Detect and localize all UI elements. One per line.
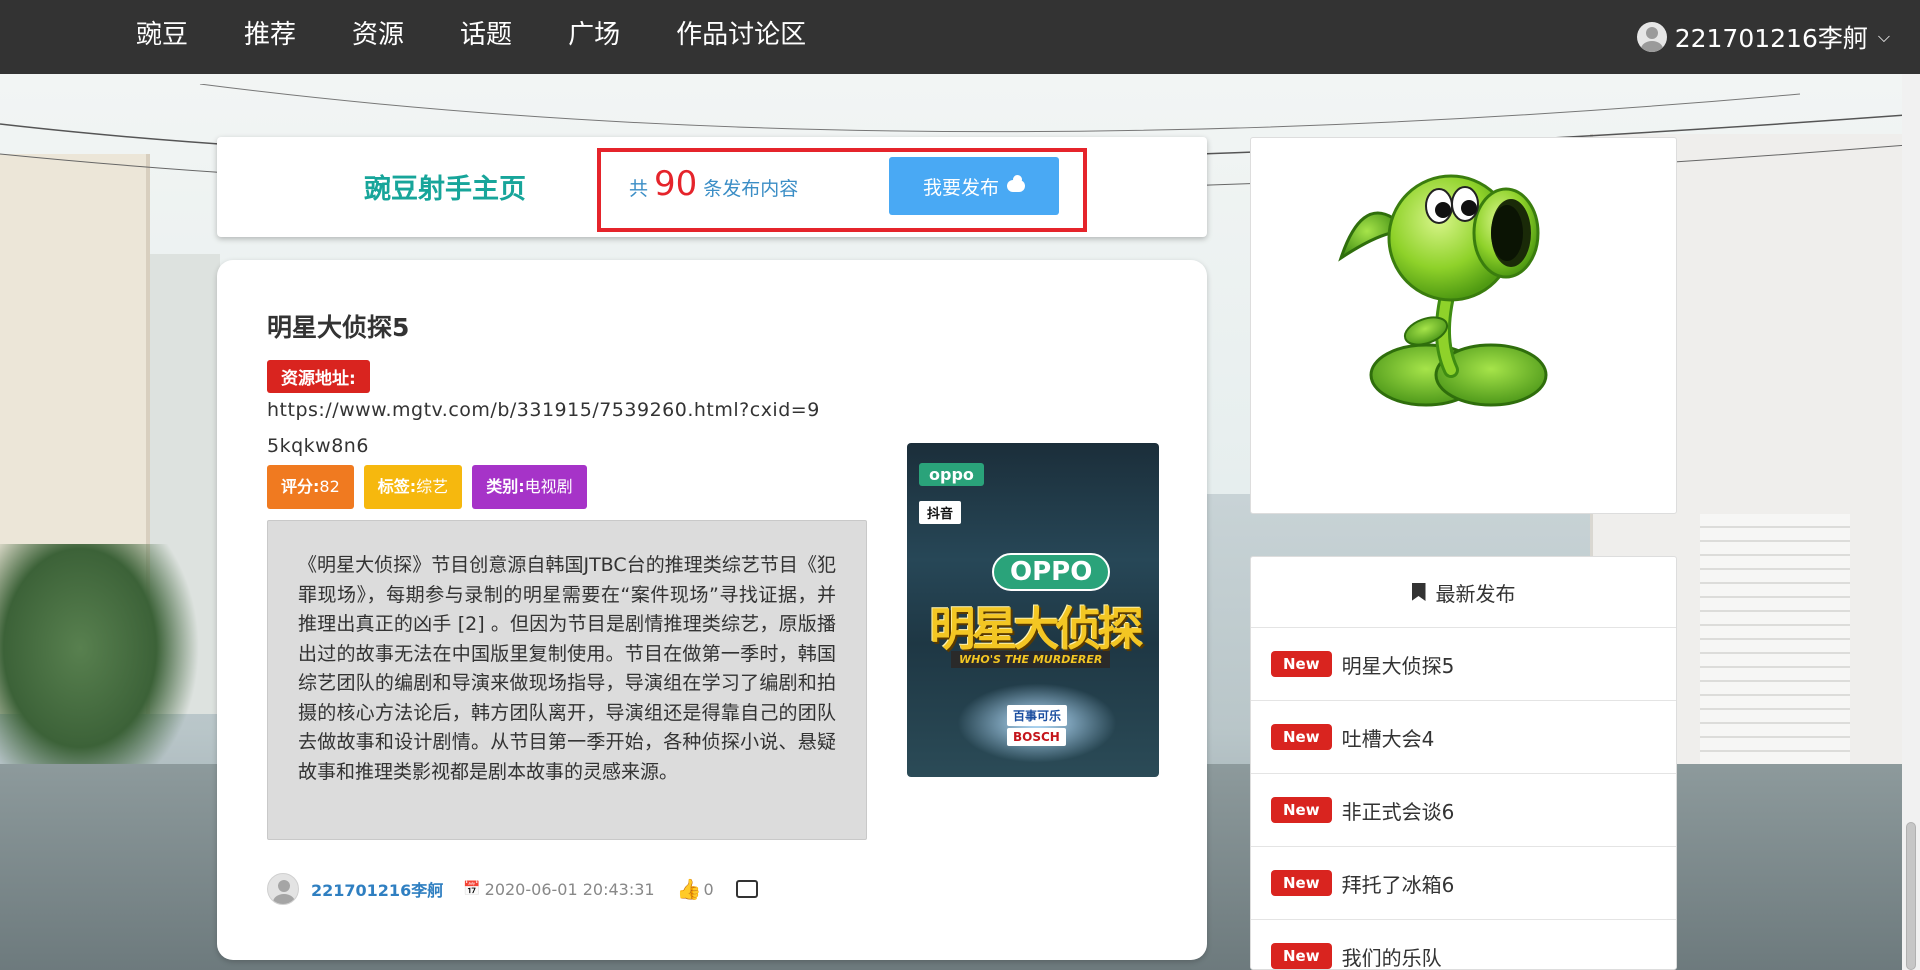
publish-label: 我要发布 bbox=[922, 176, 999, 199]
post-tags: 评分:82 标签:综艺 类别:电视剧 bbox=[267, 465, 587, 509]
latest-item[interactable]: New 吐槽大会4 bbox=[1251, 701, 1676, 774]
post-meta: 221701216李舸 📅 2020-06-01 20:43:31 👍 0 bbox=[267, 873, 758, 905]
poster-oppo-logo: oppo bbox=[919, 463, 984, 486]
post-poster-image[interactable]: oppo 抖音 OPPO 明星大侦探 WHO'S THE MURDERER 百事… bbox=[907, 443, 1159, 777]
top-navbar: 豌豆 推荐 资源 话题 广场 作品讨论区 221701216李舸 ⌵ bbox=[0, 0, 1920, 74]
tag-category[interactable]: 类别:电视剧 bbox=[472, 465, 587, 509]
post-time: 2020-06-01 20:43:31 bbox=[484, 879, 655, 899]
nav-item-topics[interactable]: 话题 bbox=[432, 0, 540, 74]
count-prefix: 共 bbox=[629, 178, 649, 200]
page-title: 豌豆射手主页 bbox=[364, 174, 526, 205]
latest-item[interactable]: New 拜托了冰箱6 bbox=[1251, 847, 1676, 920]
author-avatar[interactable] bbox=[267, 873, 299, 905]
poster-sponsor-bosch: BOSCH bbox=[1007, 728, 1066, 746]
like-count: 0 bbox=[703, 879, 714, 899]
new-badge: New bbox=[1271, 797, 1332, 823]
page-scrollbar[interactable] bbox=[1902, 74, 1920, 970]
nav-item-works-discussion[interactable]: 作品讨论区 bbox=[648, 0, 834, 74]
nav-item-home[interactable]: 豌豆 bbox=[108, 0, 216, 74]
post-card: 明星大侦探5 资源地址: https://www.mgtv.com/b/3319… bbox=[217, 260, 1207, 960]
latest-item-title: 拜托了冰箱6 bbox=[1341, 872, 1455, 897]
main-nav: 豌豆 推荐 资源 话题 广场 作品讨论区 bbox=[108, 0, 834, 74]
latest-header: 最新发布 bbox=[1251, 557, 1676, 628]
cloud-upload-icon bbox=[1007, 175, 1025, 192]
profile-header-card: 豌豆射手主页 共 90 条发布内容 我要发布 bbox=[217, 137, 1207, 237]
latest-posts-panel: 最新发布 New 明星大侦探5 New 吐槽大会4 New 非正式会谈6 New… bbox=[1250, 556, 1677, 970]
calendar-icon: 📅 bbox=[463, 881, 481, 897]
chevron-down-icon: ⌵ bbox=[1877, 27, 1890, 46]
poster-sponsor-pepsi: 百事可乐 bbox=[1007, 705, 1068, 726]
latest-item-title: 吐槽大会4 bbox=[1341, 726, 1435, 751]
comment-icon[interactable] bbox=[735, 874, 758, 898]
new-badge: New bbox=[1271, 943, 1332, 969]
poster-subtitle: WHO'S THE MURDERER bbox=[951, 651, 1111, 668]
tag-score: 评分:82 bbox=[267, 465, 354, 509]
count-suffix: 条发布内容 bbox=[703, 178, 799, 200]
user-name: 221701216李舸 bbox=[1674, 24, 1868, 53]
tag-label[interactable]: 标签:综艺 bbox=[363, 465, 463, 509]
resource-label: 资源地址: bbox=[267, 360, 370, 393]
post-count: 共 90 条发布内容 bbox=[629, 164, 798, 204]
new-badge: New bbox=[1271, 724, 1332, 750]
resource-url-link[interactable]: https://www.mgtv.com/b/331915/7539260.ht… bbox=[267, 392, 827, 464]
new-badge: New bbox=[1271, 651, 1332, 677]
bookmark-icon bbox=[1411, 583, 1426, 601]
latest-item[interactable]: New 明星大侦探5 bbox=[1251, 628, 1676, 701]
count-number: 90 bbox=[654, 164, 698, 204]
avatar-card bbox=[1250, 137, 1677, 514]
latest-item[interactable]: New 非正式会谈6 bbox=[1251, 774, 1676, 847]
peashooter-avatar-image bbox=[1338, 174, 1548, 407]
latest-title: 最新发布 bbox=[1435, 581, 1516, 606]
nav-item-square[interactable]: 广场 bbox=[540, 0, 648, 74]
user-menu[interactable]: 221701216李舸 ⌵ bbox=[1636, 0, 1890, 74]
publish-button[interactable]: 我要发布 bbox=[889, 157, 1059, 215]
thumbs-up-icon[interactable]: 👍 bbox=[677, 877, 702, 901]
latest-item[interactable]: New 我们的乐队 bbox=[1251, 920, 1676, 970]
author-name-link[interactable]: 221701216李舸 bbox=[311, 877, 443, 901]
poster-oppo-big-logo: OPPO bbox=[992, 553, 1111, 591]
post-description: 《明星大侦探》节目创意源自韩国JTBC台的推理类综艺节目《犯罪现场》，每期参与录… bbox=[267, 520, 867, 840]
scrollbar-thumb[interactable] bbox=[1906, 822, 1916, 970]
new-badge: New bbox=[1271, 870, 1332, 896]
poster-tiktok-logo: 抖音 bbox=[919, 501, 962, 524]
post-title[interactable]: 明星大侦探5 bbox=[267, 308, 409, 344]
user-avatar-icon bbox=[1636, 22, 1667, 52]
poster-title: 明星大侦探 bbox=[929, 602, 1144, 656]
latest-item-title: 明星大侦探5 bbox=[1341, 653, 1455, 678]
latest-item-title: 我们的乐队 bbox=[1341, 945, 1442, 970]
nav-item-recommend[interactable]: 推荐 bbox=[216, 0, 324, 74]
latest-item-title: 非正式会谈6 bbox=[1341, 799, 1455, 824]
nav-item-resources[interactable]: 资源 bbox=[324, 0, 432, 74]
